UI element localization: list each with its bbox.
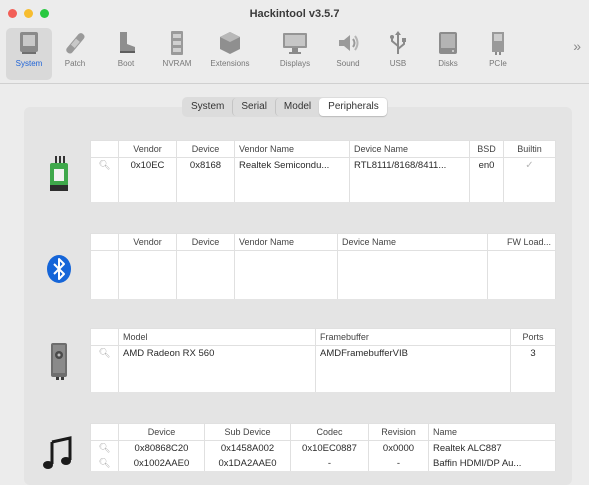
pcie-icon xyxy=(492,32,504,55)
music-note-icon xyxy=(43,436,72,469)
column-header-vendor-name[interactable]: Vendor Name xyxy=(234,140,350,158)
tab-model[interactable]: Model xyxy=(274,98,319,116)
column-header-sub-device[interactable]: Sub Device xyxy=(204,423,291,441)
nvram-icon xyxy=(171,31,183,55)
displays-icon xyxy=(283,33,307,54)
table-row[interactable]: 🔍︎ 0x1002AAE0 0x1DA2AAE0 - - Baffin HDMI… xyxy=(90,456,556,471)
column-header-vendor[interactable]: Vendor xyxy=(118,233,177,251)
graphics-table: Model Framebuffer Ports 🔍︎ AMD Radeon RX… xyxy=(90,328,556,392)
column-header-device[interactable]: Device xyxy=(176,233,235,251)
graphics-card-icon xyxy=(51,343,67,380)
toolbar-boot[interactable]: Boot xyxy=(103,28,149,80)
table-row-empty xyxy=(90,173,556,202)
column-header-device[interactable]: Device xyxy=(118,423,205,441)
toolbar-system[interactable]: System xyxy=(6,28,52,80)
column-header-codec[interactable]: Codec xyxy=(290,423,369,441)
column-header-ports[interactable]: Ports xyxy=(510,328,556,346)
column-header-device-name[interactable]: Device Name xyxy=(337,233,488,251)
tab-system[interactable]: System xyxy=(183,98,232,116)
search-icon[interactable]: 🔍︎ xyxy=(90,157,119,173)
table-row[interactable]: 🔍︎ AMD Radeon RX 560 AMDFramebufferVIB 3 xyxy=(90,345,556,361)
search-icon[interactable]: 🔍︎ xyxy=(90,345,119,361)
table-row-empty xyxy=(90,250,556,299)
toolbar-divider xyxy=(0,83,589,84)
window-title: Hackintool v3.5.7 xyxy=(249,8,340,20)
boot-icon xyxy=(120,32,135,53)
toolbar-patch[interactable]: Patch xyxy=(52,28,98,80)
column-header-name[interactable]: Name xyxy=(428,423,556,441)
tab-serial[interactable]: Serial xyxy=(232,98,275,116)
table-row-empty xyxy=(90,361,556,392)
toolbar-displays[interactable]: Displays xyxy=(272,28,318,80)
toolbar-usb[interactable]: USB xyxy=(375,28,421,80)
toolbar-overflow-button[interactable]: » xyxy=(573,38,581,54)
extensions-icon xyxy=(220,32,240,54)
patch-icon xyxy=(66,33,85,54)
network-card-icon xyxy=(50,156,68,191)
sound-icon xyxy=(339,35,359,51)
column-header-vendor[interactable]: Vendor xyxy=(118,140,177,158)
network-table: Vendor Device Vendor Name Device Name BS… xyxy=(90,140,556,202)
search-icon[interactable]: 🔍︎ xyxy=(90,456,119,471)
table-row[interactable]: 🔍︎ 0x10EC 0x8168 Realtek Semicondu... RT… xyxy=(90,157,556,173)
column-header-fw-load[interactable]: FW Load... xyxy=(487,233,556,251)
toolbar-extensions[interactable]: Extensions xyxy=(207,28,253,80)
builtin-checkbox[interactable]: ✓ xyxy=(525,160,533,171)
audio-table: Device Sub Device Codec Revision Name 🔍︎… xyxy=(90,423,556,471)
column-header-bsd[interactable]: BSD xyxy=(469,140,504,158)
column-header-revision[interactable]: Revision xyxy=(368,423,429,441)
disks-icon xyxy=(439,32,457,54)
search-icon[interactable]: 🔍︎ xyxy=(90,440,119,456)
tab-bar: System Serial Model Peripherals xyxy=(182,97,388,117)
column-header-device[interactable]: Device xyxy=(176,140,235,158)
column-header-vendor-name[interactable]: Vendor Name xyxy=(234,233,338,251)
system-icon xyxy=(20,32,38,54)
hackintool-window: Hackintool v3.5.7 System Patch Boot NVRA… xyxy=(0,0,589,485)
table-row[interactable]: 🔍︎ 0x80868C20 0x1458A002 0x10EC0887 0x00… xyxy=(90,440,556,456)
toolbar: System Patch Boot NVRAM Extensions Displ… xyxy=(0,24,589,82)
column-header-device-name[interactable]: Device Name xyxy=(349,140,470,158)
toolbar-pcie[interactable]: PCIe xyxy=(475,28,521,80)
bluetooth-icon xyxy=(47,255,71,283)
column-header-builtin[interactable]: Builtin xyxy=(503,140,556,158)
toolbar-nvram[interactable]: NVRAM xyxy=(154,28,200,80)
toolbar-disks[interactable]: Disks xyxy=(425,28,471,80)
bluetooth-table: Vendor Device Vendor Name Device Name FW… xyxy=(90,233,556,299)
usb-icon xyxy=(390,31,406,54)
column-header-model[interactable]: Model xyxy=(118,328,316,346)
title-bar: Hackintool v3.5.7 xyxy=(0,0,589,24)
toolbar-sound[interactable]: Sound xyxy=(325,28,371,80)
column-header-framebuffer[interactable]: Framebuffer xyxy=(315,328,511,346)
tab-peripherals[interactable]: Peripherals xyxy=(319,98,387,116)
